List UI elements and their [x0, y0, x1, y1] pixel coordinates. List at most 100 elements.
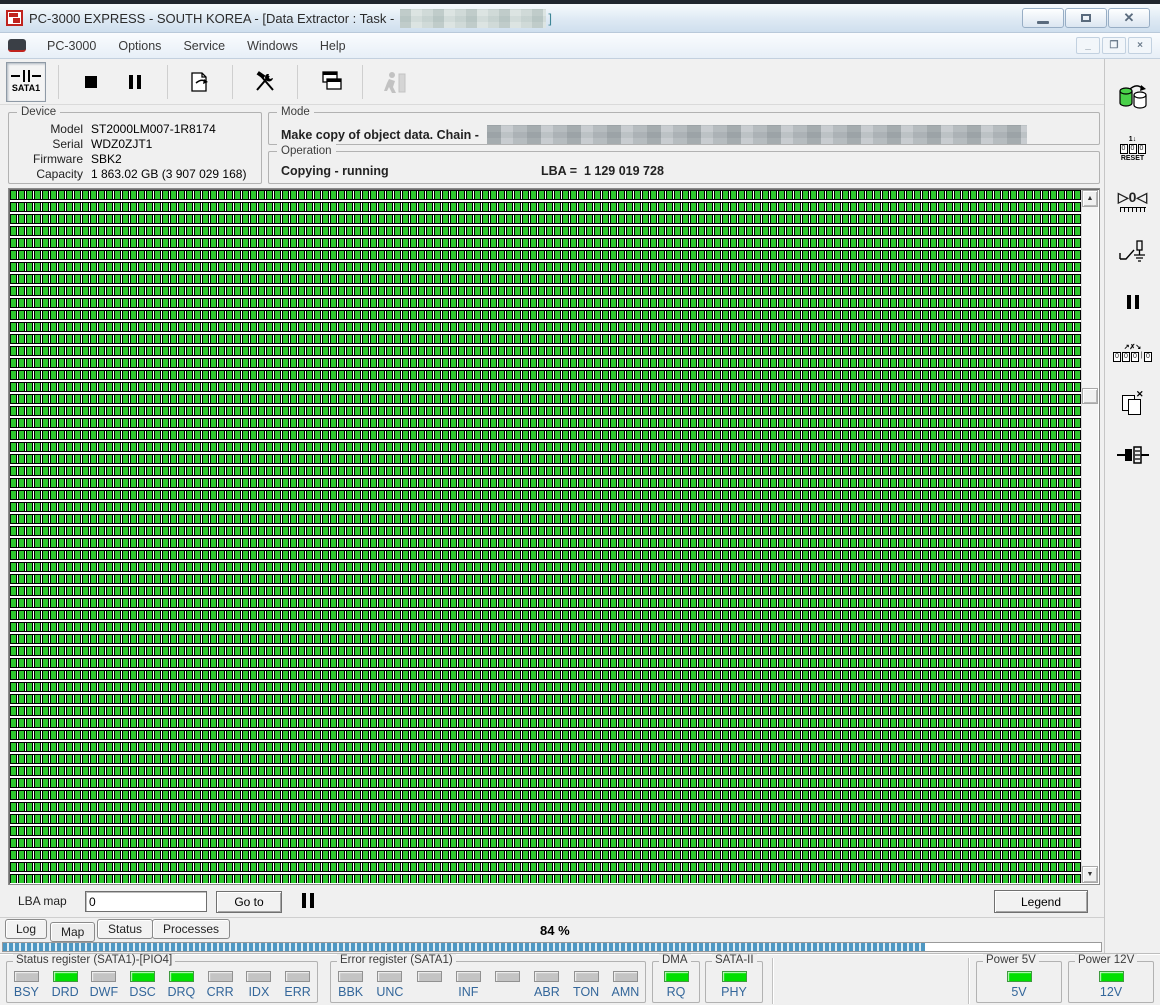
- tab-log[interactable]: Log: [5, 919, 48, 939]
- statusbar-separator: [772, 958, 773, 1004]
- device-field-label: Serial: [52, 137, 83, 151]
- exit-task-button: [377, 64, 413, 100]
- mode-panel: Mode Make copy of object data. Chain -: [268, 105, 1100, 145]
- progress-fill: [3, 943, 926, 951]
- device-field-label: Firmware: [33, 152, 83, 166]
- goto-button[interactable]: Go to: [216, 891, 282, 913]
- status-register-group: Status register (SATA1)-[PIO4] BSY DRD D…: [6, 954, 318, 1003]
- sector-counter-button[interactable]: ↗✗↘ 0 0 0 | 0: [1113, 336, 1152, 370]
- tools-icon: [256, 70, 274, 91]
- document-run-icon: [191, 71, 208, 92]
- tab-processes[interactable]: Processes: [152, 919, 231, 939]
- goto-zero-button[interactable]: ▷0◁: [1114, 183, 1152, 217]
- scroll-up-button[interactable]: ▲: [1082, 190, 1098, 207]
- led-dwf: DWF: [85, 971, 123, 999]
- reset-arrow-icon: ↓: [1132, 136, 1137, 143]
- cancel-tasks-button[interactable]: ✕: [1114, 387, 1152, 421]
- stop-button[interactable]: [73, 64, 109, 100]
- led-5v: 5V: [1000, 971, 1038, 999]
- led-blank: [489, 971, 527, 985]
- led-label: INF: [458, 985, 479, 999]
- led-label: DWF: [89, 985, 119, 999]
- copy-data-button[interactable]: [1114, 81, 1152, 115]
- led-blank: [410, 971, 448, 985]
- led-dsc: DSC: [124, 971, 162, 999]
- led-indicator: [663, 971, 689, 982]
- scrollbar-thumb[interactable]: [1082, 388, 1098, 404]
- led-indicator: [52, 971, 78, 982]
- led-label: DRD: [51, 985, 79, 999]
- menu-help[interactable]: Help: [309, 35, 357, 57]
- lba-map-bar: LBA map D ↓ Go to Legend: [0, 885, 1104, 918]
- toolbar-separator: [167, 64, 168, 99]
- map-scrollbar[interactable]: ▲ ▼: [1081, 190, 1098, 883]
- minimize-icon: [1037, 20, 1049, 24]
- sata2-group: SATA-II PHY: [705, 954, 763, 1003]
- stop-icon: [85, 75, 97, 88]
- led-err: ERR: [279, 971, 317, 999]
- led-abr: ABR: [528, 971, 566, 999]
- led-indicator: [207, 971, 233, 982]
- map-pause-indicator[interactable]: [302, 893, 314, 908]
- toolbar-separator: [58, 64, 59, 99]
- run-task-button[interactable]: [182, 64, 218, 100]
- pause-button[interactable]: [117, 64, 153, 100]
- window-controls: ✕: [1022, 8, 1154, 28]
- utilities-button[interactable]: [247, 64, 283, 100]
- reset-counter-button[interactable]: 1↓ 000 RESET: [1114, 132, 1152, 166]
- mdi-minimize-button[interactable]: _: [1076, 37, 1100, 54]
- led-label: ERR: [284, 985, 311, 999]
- tab-map[interactable]: Map: [50, 922, 96, 942]
- maximize-button[interactable]: [1065, 8, 1107, 28]
- zero-icon: ▷0◁: [1117, 188, 1148, 205]
- menu-pc3000[interactable]: PC-3000: [36, 35, 107, 57]
- led-idx: IDX: [240, 971, 278, 999]
- menu-options[interactable]: Options: [107, 35, 172, 57]
- sata1-port-button[interactable]: SATA1: [6, 61, 46, 102]
- led-indicator: [416, 971, 442, 982]
- led-label: BSY: [13, 985, 39, 999]
- pause-resume-button[interactable]: [1114, 285, 1152, 319]
- lba-map-label: LBA map: [18, 894, 67, 908]
- reset-digits-icon: 000: [1119, 144, 1146, 154]
- legend-button[interactable]: Legend: [994, 890, 1088, 913]
- close-button[interactable]: ✕: [1108, 8, 1150, 28]
- plug-connector-icon: [1116, 446, 1149, 464]
- device-firmware-value: SBK2: [91, 152, 122, 166]
- toolbar-separator: [232, 64, 233, 99]
- mode-panel-title: Mode: [277, 105, 314, 119]
- led-label: BBK: [338, 985, 364, 999]
- led-label: UNC: [376, 985, 404, 999]
- windows-cascade-icon: [322, 70, 342, 90]
- exit-person-icon: [384, 71, 406, 93]
- device-model-value: ST2000LM007-1R8174: [91, 122, 216, 136]
- mdi-restore-button[interactable]: ❐: [1102, 37, 1126, 54]
- mdi-close-button[interactable]: ×: [1128, 37, 1152, 54]
- power-circuit-button[interactable]: [1114, 234, 1152, 268]
- progress-bar: [2, 942, 1102, 952]
- app-logo-icon: [6, 10, 23, 26]
- led-12v: 12V: [1092, 971, 1130, 999]
- minimize-button[interactable]: [1022, 8, 1064, 28]
- led-label: 5V: [1011, 985, 1027, 999]
- mdi-window-controls: _ ❐ ×: [1076, 37, 1152, 54]
- pause-icon: [129, 74, 141, 89]
- led-label: DRQ: [167, 985, 196, 999]
- menu-service[interactable]: Service: [172, 35, 236, 57]
- task-windows-button[interactable]: [312, 64, 348, 100]
- zero-digit: 0: [1128, 188, 1137, 205]
- connector-settings-button[interactable]: [1114, 438, 1152, 472]
- sector-map-grid[interactable]: [10, 190, 1082, 883]
- scroll-down-button[interactable]: ▼: [1082, 866, 1098, 883]
- led-indicator: [455, 971, 481, 982]
- lba-input-wrap: D ↓: [85, 891, 259, 912]
- led-indicator: [721, 971, 747, 982]
- tab-bar: Log Map Status Processes 84 %: [0, 918, 1104, 942]
- tab-status[interactable]: Status: [97, 919, 154, 939]
- menu-windows[interactable]: Windows: [236, 35, 309, 57]
- device-serial-value: WDZ0ZJT1: [91, 137, 153, 151]
- dma-title: DMA: [659, 954, 691, 966]
- toolbar-separator: [297, 64, 298, 99]
- led-indicator: [91, 971, 117, 982]
- power12-title: Power 12V: [1075, 954, 1138, 966]
